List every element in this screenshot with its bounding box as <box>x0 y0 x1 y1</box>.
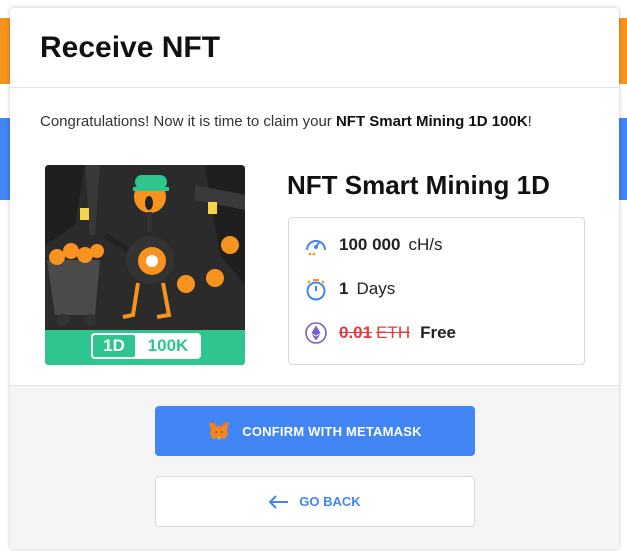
congrats-nft-name: NFT Smart Mining 1D 100K <box>335 113 528 130</box>
duration-unit: Days <box>356 279 396 298</box>
spec-price: 0.01 ETH Free <box>303 320 456 346</box>
arrow-left-icon <box>269 494 289 509</box>
nft-specs-box: 100 000 cH/s 1 Days 0.01 ETH Free <box>288 217 585 365</box>
modal-header: Receive NFT <box>10 8 619 88</box>
spec-hashrate: 100 000 cH/s <box>303 232 442 258</box>
confirm-with-metamask-button[interactable]: CONFIRM WITH METAMASK <box>155 406 475 456</box>
metamask-fox-icon <box>208 421 230 441</box>
nft-image: 1D 100K <box>45 165 245 365</box>
go-back-button[interactable]: GO BACK <box>155 476 475 527</box>
nft-name: NFT Smart Mining 1D <box>287 170 550 200</box>
duration-value: 1 <box>339 279 349 298</box>
modal-title: Receive NFT <box>40 30 221 64</box>
nft-badge-power: 100K <box>147 336 189 355</box>
nft-badge-duration: 1D <box>103 336 125 355</box>
ethereum-icon <box>303 320 329 346</box>
old-price-unit: ETH <box>376 323 411 342</box>
modal-footer: CONFIRM WITH METAMASK GO BACK <box>10 385 619 549</box>
hashrate-unit: cH/s <box>408 235 443 254</box>
congrats-prefix: Congratulations! Now it is time to claim… <box>40 113 336 130</box>
price-free: Free <box>420 323 457 342</box>
congrats-suffix: ! <box>527 113 532 130</box>
stopwatch-icon <box>303 276 329 302</box>
go-back-label: GO BACK <box>299 494 361 509</box>
nft-badge: 1D 100K <box>92 334 200 358</box>
old-price-value: 0.01 <box>339 323 373 342</box>
spec-duration: 1 Days <box>303 276 395 302</box>
receive-nft-modal: Receive NFT Congratulations! Now it is t… <box>10 8 619 549</box>
hashrate-value: 100 000 <box>339 235 401 254</box>
speedometer-icon <box>303 232 329 258</box>
congratulations-text: Congratulations! Now it is time to claim… <box>40 113 532 130</box>
confirm-button-label: CONFIRM WITH METAMASK <box>242 423 422 439</box>
